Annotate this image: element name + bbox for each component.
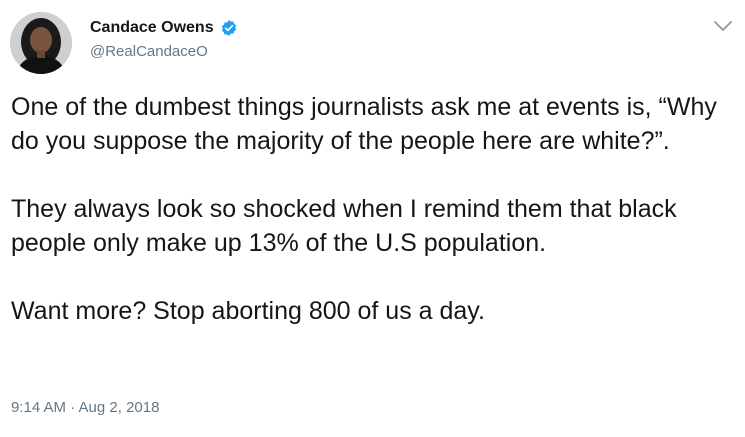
author-name[interactable]: Candace Owens <box>90 19 214 37</box>
verified-badge-icon <box>220 19 238 37</box>
tweet-paragraph: One of the dumbest things journalists as… <box>11 93 717 155</box>
tweet-card: Candace Owens @RealCandaceO One of the d… <box>0 0 745 437</box>
author-handle[interactable]: @RealCandaceO <box>90 43 208 60</box>
avatar[interactable] <box>10 12 72 74</box>
tweet-paragraph: Want more? Stop aborting 800 of us a day… <box>11 297 485 325</box>
tweet-timestamp[interactable]: 9:14 AM · Aug 2, 2018 <box>11 399 159 416</box>
author-name-row: Candace Owens <box>90 16 238 40</box>
chevron-down-icon[interactable] <box>712 18 734 34</box>
tweet-text: One of the dumbest things journalists as… <box>11 90 736 328</box>
tweet-paragraph: They always look so shocked when I remin… <box>11 195 677 257</box>
